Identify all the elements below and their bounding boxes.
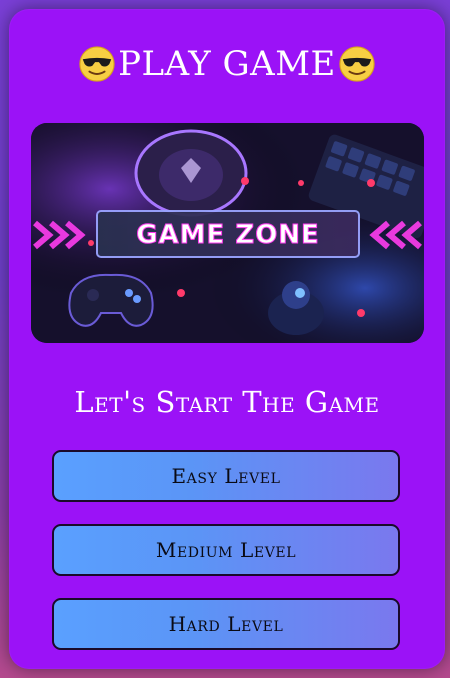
page-title-text: PLAY GAME xyxy=(118,44,336,84)
page-title: PLAY GAME xyxy=(9,39,445,89)
easy-level-button[interactable]: Easy Level xyxy=(52,450,400,502)
sunglasses-emoji-right-icon xyxy=(338,45,376,83)
hard-level-button[interactable]: Hard Level xyxy=(52,598,400,650)
game-zone-banner-image: GAME ZONE xyxy=(31,123,424,343)
medium-level-button[interactable]: Medium Level xyxy=(52,524,400,576)
banner-game-zone-text: GAME ZONE xyxy=(136,220,320,250)
game-card: PLAY GAME GAME ZONE Let's Start The Game… xyxy=(9,9,445,669)
sunglasses-emoji-left-icon xyxy=(78,45,116,83)
start-game-heading: Let's Start The Game xyxy=(74,385,380,419)
